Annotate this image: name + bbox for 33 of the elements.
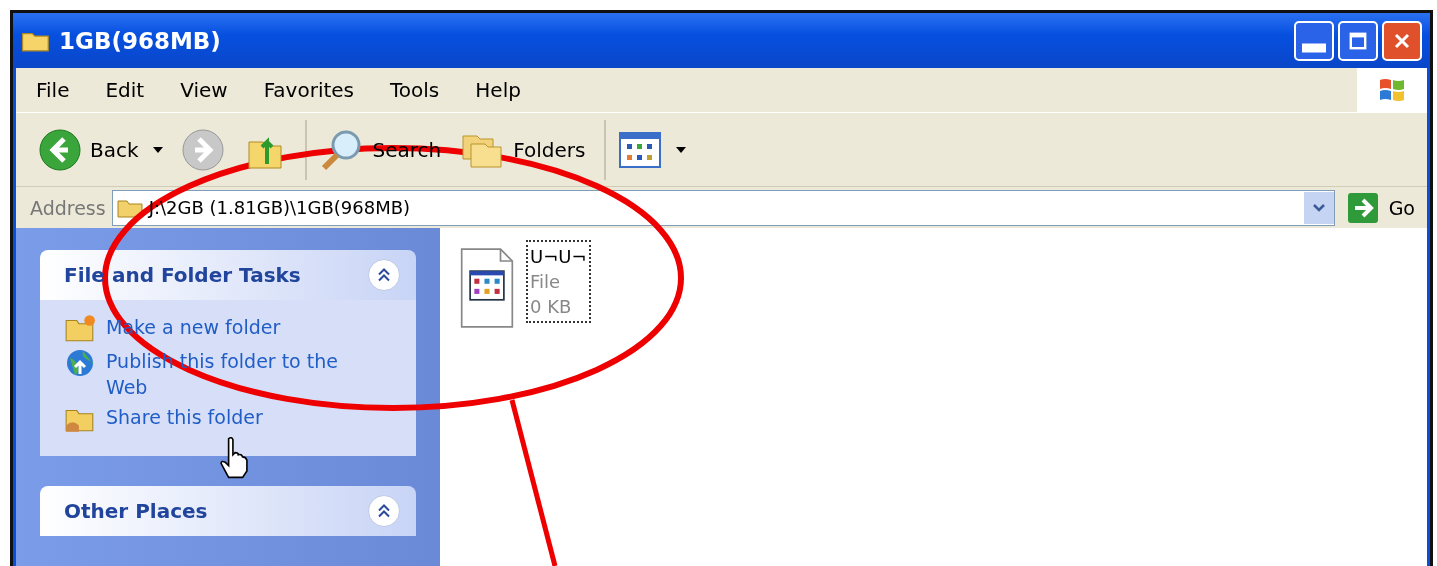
collapse-button[interactable]: [368, 259, 400, 291]
folder-icon: [64, 314, 96, 344]
maximize-button[interactable]: [1338, 20, 1378, 61]
file-label[interactable]: U¬U¬ File 0 KB: [526, 240, 591, 323]
go-button[interactable]: Go: [1340, 191, 1421, 224]
menu-item[interactable]: Tools: [370, 78, 456, 103]
hand-cursor-icon: [220, 436, 248, 480]
window-title: 1GB(968MB): [59, 27, 221, 54]
dropdown-button[interactable]: [1303, 191, 1334, 224]
task-link[interactable]: Publish this folder to the Web: [106, 348, 356, 400]
file-size: 0 KB: [530, 295, 573, 319]
views-icon: [617, 130, 662, 169]
double-chevron-icon: [378, 504, 390, 518]
task-link[interactable]: Share this folder: [106, 404, 356, 430]
panel-title: Other Places: [64, 499, 208, 523]
menu-item[interactable]: Help: [455, 78, 537, 103]
caret-icon: [675, 146, 686, 153]
menu-item[interactable]: Edit: [85, 78, 161, 103]
address-label: Address: [30, 196, 106, 219]
close-button[interactable]: [1382, 20, 1422, 61]
folders-button[interactable]: Folders: [453, 127, 598, 172]
menu-item[interactable]: View: [160, 78, 244, 103]
minimize-button[interactable]: [1294, 20, 1334, 61]
menu-item[interactable]: Favorites: [243, 78, 370, 103]
collapse-button[interactable]: [368, 495, 400, 527]
file-type: File: [530, 270, 562, 294]
chevron-down-icon: [1311, 202, 1326, 213]
double-chevron-icon: [378, 268, 390, 282]
menu-item[interactable]: File: [16, 78, 86, 103]
caret-icon: [152, 146, 163, 153]
file-name: U¬U¬: [530, 245, 587, 269]
back-button[interactable]: Back: [32, 127, 175, 172]
globe-icon: [64, 348, 96, 378]
